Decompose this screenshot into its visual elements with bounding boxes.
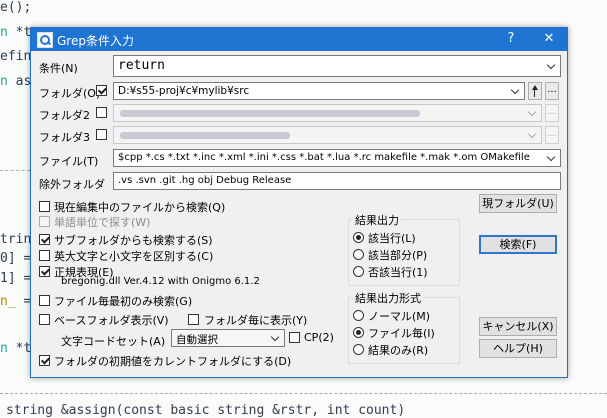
help-dialog-button[interactable]: ヘルプ(H) (479, 339, 557, 358)
code-line: string &assign(const basic string &rstr,… (6, 403, 406, 418)
chevron-down-icon[interactable] (547, 153, 557, 163)
help-button[interactable]: ? (496, 29, 526, 49)
regex-lib-version: bregonig.dll Ver.4.12 with Onigmo 6.1.2 (61, 276, 260, 287)
folder-input[interactable]: D:¥s55-proj¥c¥mylib¥src (113, 82, 525, 100)
format-normal-label[interactable]: ノーマル(M) (368, 308, 430, 324)
dialog-title: Grep条件入力 (57, 34, 134, 48)
base-folder-checkbox[interactable] (39, 314, 50, 325)
format-per-file-radio[interactable] (353, 327, 364, 338)
case-label[interactable]: 英大文字と小文字を区別する(C) (54, 248, 213, 264)
file-label: ファイル(T) (39, 155, 99, 168)
result-nonmatch-label[interactable]: 否該当行(1) (368, 264, 428, 280)
result-line-radio[interactable] (353, 232, 364, 243)
code-line: n *t (0, 341, 32, 356)
blurred-path (120, 132, 290, 139)
separator (0, 170, 30, 171)
cancel-button[interactable]: キャンセル(X) (479, 317, 557, 336)
subfolder-checkbox[interactable] (39, 234, 50, 245)
word-checkbox[interactable] (39, 216, 50, 227)
format-result-only-radio[interactable] (353, 344, 364, 355)
result-line-label[interactable]: 該当行(L) (368, 230, 416, 246)
current-file-checkbox[interactable] (39, 201, 50, 212)
result-format-title: 結果出力形式 (353, 290, 423, 306)
result-output-title: 結果出力 (353, 212, 401, 228)
code-line: efin (0, 49, 32, 64)
folder2-input[interactable] (113, 104, 542, 122)
folder-checkbox[interactable] (96, 85, 107, 96)
format-per-file-label[interactable]: ファイル毎(I) (368, 325, 435, 341)
cp-label[interactable]: CP(2) (304, 331, 334, 344)
subfolder-label[interactable]: サブフォルダからも検索する(S) (54, 232, 213, 248)
result-nonmatch-radio[interactable] (353, 266, 364, 277)
condition-label: 条件(N) (39, 62, 78, 75)
code-line: n as (0, 74, 32, 89)
folder2-checkbox[interactable] (96, 107, 107, 118)
charset-label: 文字コードセット(A) (61, 335, 166, 348)
format-result-only-label[interactable]: 結果のみ(R) (368, 342, 428, 358)
first-match-label[interactable]: ファイル毎最初のみ検索(G) (54, 293, 192, 309)
code-line: n_ = (0, 294, 32, 309)
grep-dialog: Grep条件入力 ? ✕ 条件(N) return フォルダ(O) D:¥s55… (30, 27, 568, 378)
code-line: trin (0, 232, 32, 247)
folder-up-button[interactable] (528, 82, 542, 100)
base-folder-label[interactable]: ベースフォルダ表示(V) (54, 312, 169, 328)
condition-input[interactable]: return (113, 55, 561, 77)
folder-browse-button[interactable]: ... (545, 82, 559, 100)
file-pattern-input[interactable]: $cpp *.cs *.txt *.inc *.xml *.ini *.css … (113, 149, 561, 167)
result-part-label[interactable]: 該当部分(P) (368, 247, 427, 263)
chevron-down-icon[interactable] (547, 61, 557, 71)
close-button[interactable]: ✕ (534, 29, 564, 49)
folder3-label: フォルダ3 (39, 131, 90, 144)
case-checkbox[interactable] (39, 250, 50, 261)
initial-folder-label[interactable]: フォルダの初期値をカレントフォルダにする(D) (54, 353, 291, 369)
chevron-down-icon[interactable] (511, 86, 521, 96)
folder-label: フォルダ(O) (39, 87, 101, 100)
format-normal-radio[interactable] (353, 310, 364, 321)
code-line: e(); (0, 0, 32, 15)
chevron-down-icon (528, 108, 538, 118)
folder2-label: フォルダ2 (39, 109, 90, 122)
blurred-path (120, 110, 420, 117)
per-folder-checkbox[interactable] (188, 314, 199, 325)
chevron-down-icon (528, 130, 538, 140)
exclude-folder-label: 除外フォルダ (39, 178, 105, 191)
first-match-checkbox[interactable] (39, 295, 50, 306)
chevron-down-icon[interactable] (271, 333, 281, 343)
arrow-up-icon (532, 85, 538, 90)
separator (0, 393, 607, 394)
folder3-browse-button[interactable]: ... (545, 126, 559, 144)
exclude-folder-input[interactable]: .vs .svn .git .hg obj Debug Release (113, 172, 561, 190)
cp-checkbox[interactable] (289, 332, 300, 343)
word-label: 単語単位で探す(W) (54, 216, 151, 229)
charset-select[interactable]: 自動選択 (171, 329, 285, 347)
current-file-label[interactable]: 現在編集中のファイルから検索(Q) (54, 199, 225, 215)
per-folder-label[interactable]: フォルダ毎に表示(Y) (204, 312, 307, 328)
folder2-browse-button[interactable]: ... (545, 104, 559, 122)
regex-checkbox[interactable] (39, 266, 50, 277)
result-part-radio[interactable] (353, 249, 364, 260)
folder3-input[interactable] (113, 126, 542, 144)
grep-app-icon (37, 32, 53, 48)
title-bar: Grep条件入力 ? ✕ (31, 28, 567, 51)
initial-folder-checkbox[interactable] (39, 355, 50, 366)
folder3-checkbox[interactable] (96, 129, 107, 140)
search-button[interactable]: 検索(F) (479, 235, 557, 254)
code-line: 0] = (0, 251, 32, 266)
code-line: 1] = (0, 271, 32, 286)
code-line: n *t (0, 25, 32, 40)
current-folder-button[interactable]: 現フォルダ(U) (479, 194, 557, 213)
